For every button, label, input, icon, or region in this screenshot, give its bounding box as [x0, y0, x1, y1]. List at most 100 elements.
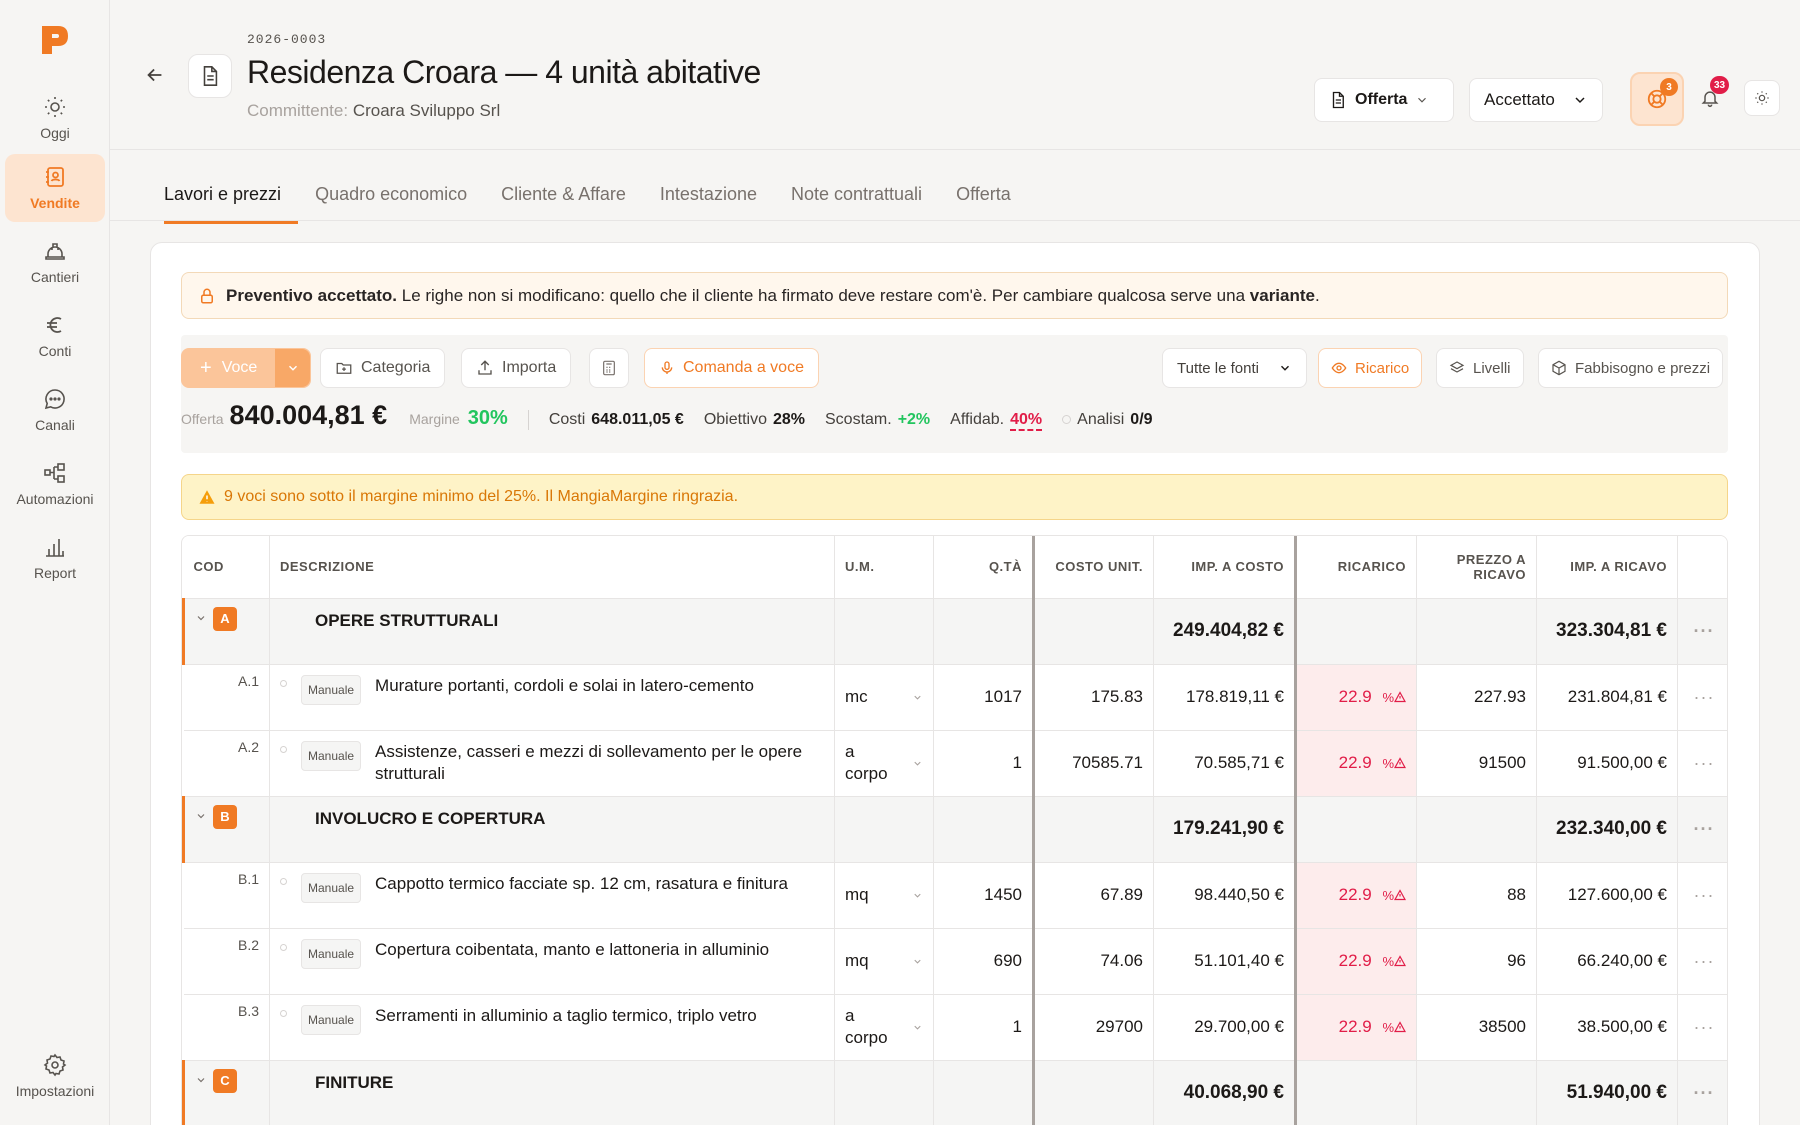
fonti-select[interactable]: Tutte le fonti: [1162, 348, 1307, 388]
row-prezzo: 96: [1416, 928, 1537, 995]
tab-quadro-economico[interactable]: Quadro economico: [298, 168, 484, 220]
chevron-down-icon: [914, 893, 921, 898]
col-costo-unit[interactable]: COSTO UNIT.: [1033, 536, 1154, 599]
table-row[interactable]: B.1 Manuale Cappotto termico facciate sp. …: [183, 862, 1727, 929]
tab-note-contrattuali[interactable]: Note contrattuali: [774, 168, 939, 220]
folder-plus-icon: [336, 362, 352, 374]
sidebar-item-report[interactable]: Report: [5, 524, 105, 592]
row-costo-unit: 74.06: [1033, 928, 1154, 995]
row-desc-cell: Manuale Cappotto termico facciate sp. 12 …: [269, 862, 835, 929]
chevron-down-icon[interactable]: [195, 612, 207, 624]
tab-intestazione[interactable]: Intestazione: [643, 168, 774, 220]
row-um-select[interactable]: mq: [834, 862, 934, 929]
comanda-a-voce-button[interactable]: Comanda a voce: [644, 348, 819, 388]
add-voce-menu[interactable]: [275, 349, 310, 387]
row-um: a corpo: [845, 742, 888, 783]
group-um-cell: [834, 796, 934, 863]
row-imp-costo: 98.440,50 €: [1153, 862, 1297, 929]
group-title: OPERE STRUTTURALI: [269, 598, 835, 665]
sidebar-item-cantieri[interactable]: Cantieri: [5, 228, 105, 296]
group-costo-unit-cell: [1033, 598, 1154, 665]
group-row[interactable]: A OPERE STRUTTURALI 249.404,82 € 323.304,81…: [182, 598, 1727, 665]
group-row[interactable]: C FINITURE 40.068,90 € 51.940,00 € ···: [182, 1060, 1727, 1125]
col-cod[interactable]: COD: [183, 536, 270, 599]
group-costo-unit-cell: [1033, 1060, 1154, 1125]
offerta-stat-label: Offerta: [181, 411, 224, 427]
col-descrizione[interactable]: DESCRIZIONE: [269, 536, 835, 599]
document-icon: [203, 66, 218, 86]
row-um-select[interactable]: mq: [834, 928, 934, 995]
row-um-select[interactable]: a corpo: [834, 994, 934, 1061]
group-qta-cell: [933, 598, 1035, 665]
row-menu-icon[interactable]: ···: [1677, 796, 1727, 863]
sidebar-item-vendite[interactable]: Vendite: [5, 154, 105, 222]
back-arrow-icon[interactable]: [144, 64, 166, 86]
row-menu-icon[interactable]: ···: [1677, 994, 1727, 1061]
chevron-down-icon: [914, 1025, 921, 1030]
chevron-down-icon[interactable]: [195, 810, 207, 822]
tab-offerta[interactable]: Offerta: [939, 168, 1028, 220]
row-um-select[interactable]: a corpo: [834, 730, 934, 797]
col-ricarico[interactable]: RICARICO: [1295, 536, 1417, 599]
items-table: COD DESCRIZIONE U.M. Q.TÀ COSTO UNIT. IM…: [181, 535, 1728, 1125]
document-button[interactable]: [188, 54, 232, 98]
tab-lavori-e-prezzi[interactable]: Lavori e prezzi: [164, 168, 299, 224]
notifications-button[interactable]: 33: [1692, 76, 1730, 116]
group-prezzo-cell: [1416, 1060, 1537, 1125]
row-menu-icon[interactable]: ···: [1677, 862, 1727, 929]
margin-warning-text: 9 voci sono sotto il margine minimo del …: [224, 488, 739, 505]
table-row[interactable]: B.2 Manuale Copertura coibentata, manto e …: [183, 928, 1727, 995]
group-prezzo-cell: [1416, 796, 1537, 863]
row-menu-icon[interactable]: ···: [1677, 928, 1727, 995]
status-dropdown[interactable]: Accettato: [1469, 78, 1603, 122]
row-menu-icon[interactable]: ···: [1677, 1060, 1727, 1125]
row-prezzo: 38500: [1416, 994, 1537, 1061]
fabbisogno-button[interactable]: Fabbisogno e prezzi: [1538, 348, 1724, 388]
table-row[interactable]: A.1 Manuale Murature portanti, cordoli e s…: [183, 664, 1727, 731]
sidebar-item-oggi[interactable]: Oggi: [5, 84, 105, 152]
tab-cliente-affare[interactable]: Cliente & Affare: [484, 168, 643, 220]
offerta-dropdown[interactable]: Offerta: [1314, 78, 1454, 122]
chevron-down-icon[interactable]: [195, 1074, 207, 1086]
sidebar-item-automazioni[interactable]: Automazioni: [5, 450, 105, 518]
chevron-down-icon: [914, 959, 921, 964]
table-row[interactable]: A.2 Manuale Assistenze, casseri e mezzi di…: [183, 730, 1727, 797]
row-ricarico-cell: 22.9 %: [1295, 730, 1417, 797]
calculator-button[interactable]: [589, 348, 629, 388]
row-menu-icon[interactable]: ···: [1677, 664, 1727, 731]
add-voce-button[interactable]: + Voce: [182, 349, 275, 387]
row-desc-cell: Manuale Murature portanti, cordoli e sola…: [269, 664, 835, 731]
col-qta[interactable]: Q.TÀ: [933, 536, 1035, 599]
col-imp-costo[interactable]: IMP. A COSTO: [1153, 536, 1297, 599]
document-code: 2026-0003: [247, 32, 327, 47]
group-row[interactable]: B INVOLUCRO E COPERTURA 179.241,90 € 232.34…: [182, 796, 1727, 863]
col-imp-ricavo[interactable]: IMP. A RICAVO: [1536, 536, 1678, 599]
row-prezzo: 88: [1416, 862, 1537, 929]
importa-button[interactable]: Importa: [461, 348, 572, 388]
table-row[interactable]: B.3 Manuale Serramenti in alluminio a tagl…: [183, 994, 1727, 1061]
col-prezzo-ricavo[interactable]: PREZZO A RICAVO: [1416, 536, 1537, 599]
affidab-stat-value[interactable]: 40%: [1010, 411, 1043, 431]
group-imp-ricavo: 51.940,00 €: [1536, 1060, 1678, 1125]
app-logo[interactable]: [40, 24, 70, 56]
row-um-select[interactable]: mc: [834, 664, 934, 731]
row-menu-icon[interactable]: ···: [1677, 598, 1727, 665]
manual-source-badge: Manuale: [301, 1004, 362, 1035]
col-prezzo-ricavo-line2: RICAVO: [1473, 566, 1526, 582]
categoria-button[interactable]: Categoria: [320, 348, 446, 388]
manual-source-badge: Manuale: [301, 938, 362, 969]
support-button[interactable]: 3: [1630, 72, 1684, 126]
variante-link[interactable]: variante: [1250, 286, 1315, 305]
row-menu-icon[interactable]: ···: [1677, 730, 1727, 797]
group-imp-ricavo: 232.340,00 €: [1536, 796, 1678, 863]
col-actions: [1677, 536, 1727, 599]
theme-toggle-button[interactable]: [1744, 80, 1780, 116]
sidebar-item-impostazioni[interactable]: Impostazioni: [5, 1042, 105, 1110]
row-ricarico-cell: 22.9 %: [1295, 664, 1417, 731]
ricarico-toggle[interactable]: Ricarico: [1318, 348, 1423, 388]
row-status-dot: [280, 943, 287, 951]
livelli-button[interactable]: Livelli: [1436, 348, 1524, 388]
sidebar-item-conti[interactable]: Conti: [5, 302, 105, 370]
col-um[interactable]: U.M.: [834, 536, 934, 599]
sidebar-item-canali[interactable]: Canali: [5, 376, 105, 444]
